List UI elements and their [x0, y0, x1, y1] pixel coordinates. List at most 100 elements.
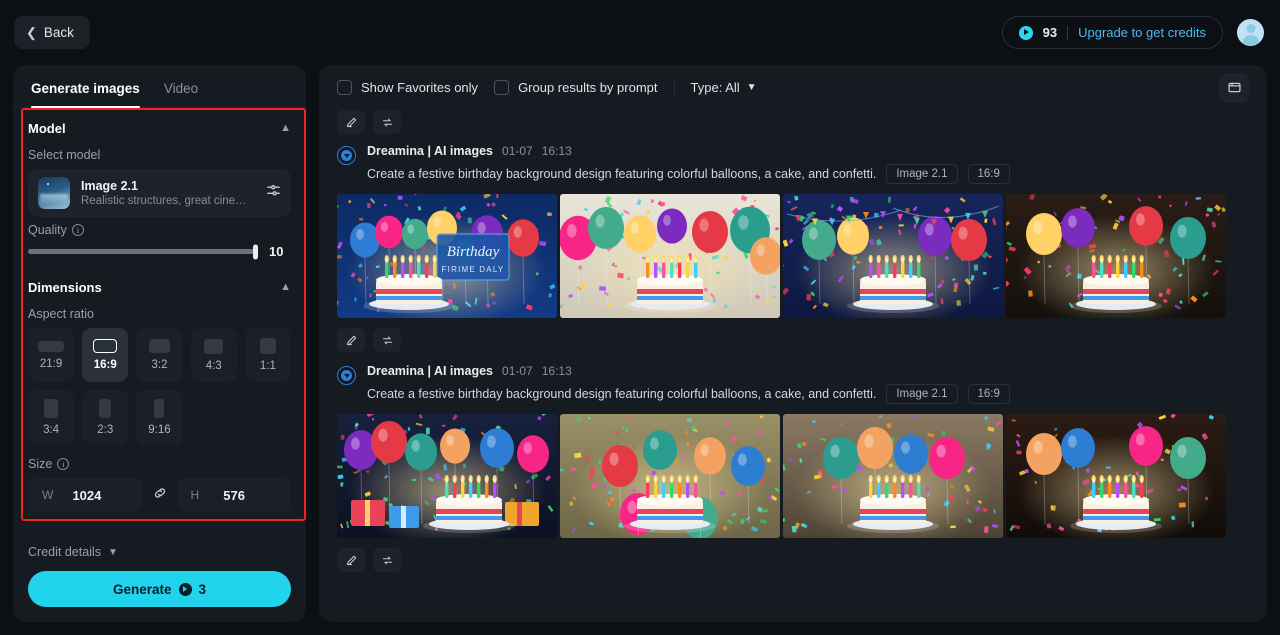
- result-group-text: Dreamina | AI images 01-07 16:13 Create …: [367, 144, 1249, 184]
- result-thumbnail[interactable]: [337, 414, 557, 538]
- checkbox-icon: [494, 80, 510, 95]
- aspect-ratio-label: 16:9: [93, 359, 117, 371]
- dreamina-logo-icon: [337, 366, 356, 385]
- filter-bar: Show Favorites only Group results by pro…: [319, 65, 1267, 110]
- result-prompt-row: Create a festive birthday background des…: [367, 384, 1249, 404]
- aspect-ratio-label: 2:3: [97, 423, 114, 436]
- aspect-ratio-shape-icon: [259, 338, 276, 354]
- main-body: Generate images Video Model ▲ Select mod…: [0, 65, 1280, 635]
- result-thumbnail-row: Birthday FIRIME DALY: [337, 194, 1249, 318]
- aspect-ratio-shape-icon: [204, 338, 224, 354]
- dreamina-logo-icon: [337, 146, 356, 165]
- result-source: Dreamina | AI images: [367, 144, 494, 158]
- result-thumbnail[interactable]: [783, 414, 1003, 538]
- edit-button[interactable]: [337, 548, 365, 572]
- result-thumbnail[interactable]: [783, 194, 1003, 318]
- dimensions-section-title: Dimensions: [28, 280, 102, 295]
- info-icon[interactable]: i: [57, 458, 70, 470]
- result-thumbnail[interactable]: [1006, 414, 1226, 538]
- select-model-label: Select model: [28, 148, 291, 162]
- aspect-ratio-shape-icon: [154, 398, 165, 418]
- model-thumbnail: [38, 177, 70, 209]
- edit-button[interactable]: [337, 328, 365, 352]
- back-button[interactable]: ❮ Back: [14, 16, 90, 49]
- sliders-icon[interactable]: [266, 183, 281, 203]
- result-row-actions: [337, 548, 1249, 572]
- aspect-ratio-text: Aspect ratio: [28, 307, 95, 321]
- aspect-ratio-label: Aspect ratio: [28, 307, 291, 321]
- group-by-prompt-label: Group results by prompt: [518, 80, 658, 95]
- results-toolbar-actions: [337, 110, 1249, 134]
- result-time: 16:13: [541, 144, 572, 158]
- top-bar: ❮ Back 93 Upgrade to get credits: [0, 0, 1280, 65]
- quality-slider[interactable]: [28, 244, 258, 259]
- regenerate-button[interactable]: [373, 548, 401, 572]
- credit-details-toggle[interactable]: Credit details ▼: [28, 545, 291, 559]
- result-group: Dreamina | AI images 01-07 16:13 Create …: [337, 358, 1249, 572]
- result-thumbnail[interactable]: [1006, 194, 1226, 318]
- quality-text: Quality: [28, 223, 67, 237]
- dimensions-section-header[interactable]: Dimensions ▲: [28, 267, 291, 301]
- chevron-left-icon: ❮: [26, 25, 37, 40]
- aspect-ratio-label: 3:2: [151, 359, 168, 371]
- result-prompt: Create a festive birthday background des…: [367, 167, 877, 181]
- credits-pill[interactable]: 93 Upgrade to get credits: [1001, 16, 1223, 49]
- quality-slider-fill: [28, 249, 257, 254]
- group-by-prompt-checkbox[interactable]: Group results by prompt: [494, 80, 658, 95]
- avatar[interactable]: [1237, 19, 1264, 46]
- aspect-ratio-9-16[interactable]: 9:16: [136, 390, 183, 444]
- aspect-ratio-4-3[interactable]: 4:3: [190, 328, 237, 382]
- folder-button[interactable]: [1219, 72, 1249, 103]
- aspect-ratio-1-1[interactable]: 1:1: [244, 328, 291, 382]
- width-input[interactable]: W 1024: [28, 478, 143, 512]
- height-value: 576: [223, 487, 245, 503]
- chevron-up-icon[interactable]: ▲: [280, 123, 291, 134]
- sidebar-footer: Credit details ▼ Generate 3: [13, 531, 306, 622]
- chevron-up-icon[interactable]: ▲: [280, 282, 291, 293]
- credit-coin-icon: [178, 582, 192, 596]
- tab-generate-images[interactable]: Generate images: [31, 81, 140, 108]
- aspect-ratio-3-2[interactable]: 3:2: [136, 328, 183, 382]
- svg-text:Birthday: Birthday: [447, 244, 500, 260]
- aspect-ratio-shape-icon: [93, 339, 118, 353]
- info-icon[interactable]: i: [71, 224, 84, 236]
- link-icon[interactable]: [152, 485, 168, 506]
- model-card[interactable]: Image 2.1 Realistic structures, great ci…: [28, 169, 291, 217]
- result-thumbnail-row: [337, 414, 1249, 538]
- edit-button[interactable]: [337, 110, 365, 134]
- type-filter-label: Type: All: [690, 80, 740, 95]
- aspect-ratio-21-9[interactable]: 21:9: [28, 328, 75, 382]
- regenerate-button[interactable]: [373, 110, 401, 134]
- credits-count: 93: [1042, 25, 1058, 40]
- height-input[interactable]: H 576: [176, 478, 291, 512]
- result-row-actions: [337, 328, 1249, 352]
- upgrade-link[interactable]: Upgrade to get credits: [1078, 25, 1206, 40]
- aspect-ratio-shape-icon: [44, 398, 59, 418]
- credit-coin-icon: [1018, 25, 1033, 40]
- aspect-ratio-2-3[interactable]: 2:3: [82, 390, 129, 444]
- aspect-ratio-3-4[interactable]: 3:4: [28, 390, 75, 444]
- aspect-ratio-shape-icon: [38, 340, 65, 352]
- result-thumbnail[interactable]: Birthday FIRIME DALY: [337, 194, 557, 318]
- quality-slider-knob[interactable]: [253, 244, 258, 259]
- size-row: W 1024 H 576: [28, 478, 291, 512]
- generate-cost: 3: [198, 581, 207, 597]
- width-key: W: [42, 488, 54, 502]
- result-date: 01-07: [502, 364, 533, 378]
- regenerate-button[interactable]: [373, 328, 401, 352]
- aspect-ratio-shape-icon: [148, 339, 170, 353]
- tab-video[interactable]: Video: [164, 81, 198, 107]
- result-thumbnail[interactable]: [560, 414, 780, 538]
- generate-button[interactable]: Generate 3: [28, 571, 291, 607]
- model-section-header[interactable]: Model ▲: [28, 108, 291, 142]
- show-favorites-checkbox[interactable]: Show Favorites only: [337, 80, 478, 95]
- result-group: Dreamina | AI images 01-07 16:13 Create …: [337, 138, 1249, 352]
- aspect-ratio-16-9[interactable]: 16:9: [82, 328, 129, 382]
- quality-row: 10: [28, 244, 291, 259]
- aspect-ratio-label: 1:1: [259, 360, 276, 372]
- size-text: Size: [28, 457, 53, 471]
- quality-label: Quality i: [28, 223, 291, 237]
- result-thumbnail[interactable]: [560, 194, 780, 318]
- sidebar-tabs: Generate images Video: [13, 65, 306, 108]
- type-filter-dropdown[interactable]: Type: All ▼: [691, 80, 757, 95]
